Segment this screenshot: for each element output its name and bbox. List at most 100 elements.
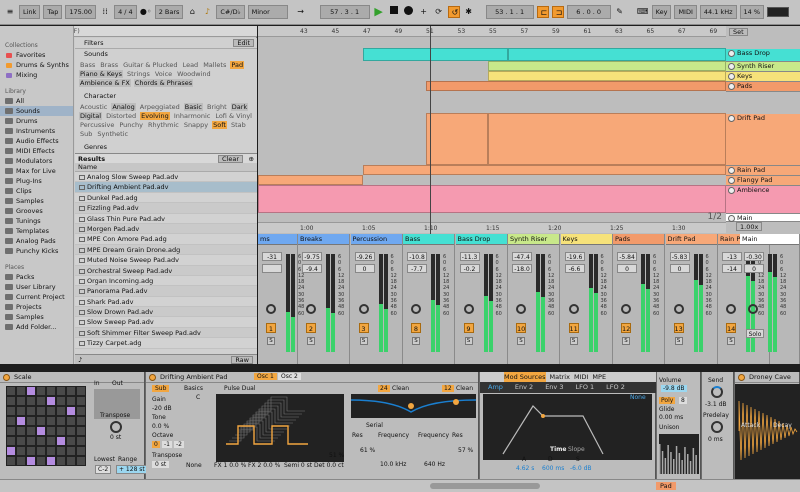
pan-knob[interactable] xyxy=(266,304,276,314)
filter2-clean[interactable]: Clean xyxy=(456,385,473,392)
poly-value[interactable]: 8 xyxy=(679,397,687,404)
track-header[interactable]: Synth Riser xyxy=(726,62,800,72)
pan-knob[interactable] xyxy=(748,304,758,314)
mod-tab[interactable]: MIDI xyxy=(574,372,588,382)
stop-icon[interactable] xyxy=(388,6,400,18)
scale-cell[interactable] xyxy=(17,387,25,395)
channel-title[interactable]: Bass xyxy=(403,234,454,245)
pan-knob[interactable] xyxy=(726,304,736,314)
scale-cell[interactable] xyxy=(37,407,45,415)
scale-cell[interactable] xyxy=(77,427,85,435)
filter-tag[interactable]: Bright xyxy=(206,103,228,111)
scale-cell[interactable] xyxy=(27,437,35,445)
pan-knob[interactable] xyxy=(621,304,631,314)
result-item[interactable]: MPE Dream Grain Drone.adg xyxy=(75,244,257,256)
filter-tag[interactable]: Arpeggiated xyxy=(139,103,181,111)
loop-toggle-icon[interactable]: ↺ xyxy=(447,6,460,18)
track-activator[interactable]: 10 xyxy=(516,323,526,333)
track-header[interactable]: Flangy Pad xyxy=(726,176,800,186)
scale-cell[interactable] xyxy=(27,387,35,395)
scale-cell[interactable] xyxy=(67,397,75,405)
scale-cell[interactable] xyxy=(17,417,25,425)
scale-cell[interactable] xyxy=(37,417,45,425)
filter-tag[interactable]: Evolving xyxy=(140,112,170,120)
channel-title[interactable]: Percussion xyxy=(350,234,402,245)
scale-cell[interactable] xyxy=(27,447,35,455)
pan-knob[interactable] xyxy=(568,304,579,314)
octave-minus1[interactable]: -1 xyxy=(162,441,172,448)
scale-cell[interactable] xyxy=(77,407,85,415)
result-item[interactable]: Organ Incoming.adg xyxy=(75,275,257,287)
volume-value[interactable]: -9.8 dB xyxy=(661,385,687,392)
scale-cell[interactable] xyxy=(67,437,75,445)
result-item[interactable]: Slow Drown Pad.adv xyxy=(75,307,257,318)
key-select[interactable]: C#/D♭ xyxy=(216,5,245,19)
channel-volume[interactable]: -31 xyxy=(262,252,282,261)
follow-icon[interactable]: ⌂ xyxy=(186,6,198,18)
preview-bar[interactable]: ♪ Raw xyxy=(75,354,257,364)
scale-cell[interactable] xyxy=(57,427,65,435)
scale-cell[interactable] xyxy=(47,437,55,445)
scale-cell[interactable] xyxy=(37,437,45,445)
track-activator[interactable]: 1 xyxy=(266,323,276,333)
scale-toggle-icon[interactable]: ♪ xyxy=(201,6,213,18)
filter1-clean[interactable]: Clean xyxy=(392,385,409,392)
scale-cell[interactable] xyxy=(27,457,35,465)
env-tab[interactable]: Env 2 xyxy=(515,382,533,393)
result-item[interactable]: Shark Pad.adv xyxy=(75,296,257,308)
track-activator-icon[interactable] xyxy=(728,73,735,80)
link-button[interactable]: Link xyxy=(19,5,41,19)
env-tab[interactable]: LFO 1 xyxy=(575,382,594,393)
pan-knob[interactable] xyxy=(306,304,316,314)
glide-value[interactable]: 0.00 ms xyxy=(659,414,683,421)
channel-volume[interactable]: -5.84 xyxy=(617,252,637,261)
channel-volume[interactable]: -9.26 xyxy=(354,252,375,261)
res2-value[interactable]: 57 % xyxy=(458,447,473,454)
library-item[interactable]: Max for Live xyxy=(0,166,73,176)
send-knob[interactable] xyxy=(711,386,723,398)
track-activator[interactable]: 12 xyxy=(621,323,631,333)
track-header[interactable]: Rain Pad xyxy=(726,166,800,176)
track-activator-icon[interactable] xyxy=(728,50,735,57)
result-item[interactable]: Orchestral Sweep Pad.adv xyxy=(75,265,257,276)
scale-cell[interactable] xyxy=(47,417,55,425)
scale-cell[interactable] xyxy=(7,437,15,445)
channel-title[interactable]: ms xyxy=(258,234,297,245)
filter-tag[interactable]: Bass xyxy=(79,61,96,69)
track-activator-icon[interactable] xyxy=(728,177,735,184)
library-item[interactable]: Audio Effects xyxy=(0,136,73,146)
solo-button[interactable]: S xyxy=(267,337,275,345)
arrangement-clip[interactable] xyxy=(488,71,726,81)
edit-button[interactable]: Edit xyxy=(233,39,254,47)
filter-tag[interactable]: Mallets xyxy=(202,61,227,69)
arrangement-clip[interactable] xyxy=(258,175,363,185)
track-activator-icon[interactable] xyxy=(728,215,735,222)
channel-volume[interactable]: -11.3 xyxy=(459,252,480,261)
filter-tag[interactable]: Ambience & FX xyxy=(79,79,131,87)
fx2-value[interactable]: FX 2 0.0 % xyxy=(248,462,280,469)
track-activator[interactable]: 11 xyxy=(568,323,579,333)
set-button[interactable]: Set xyxy=(729,28,748,36)
filter2-type[interactable]: 12 xyxy=(442,385,454,392)
scale-cell[interactable] xyxy=(67,407,75,415)
scale-cell[interactable] xyxy=(17,397,25,405)
solo-button[interactable]: S xyxy=(359,337,368,345)
filter-tag[interactable]: Percussive xyxy=(79,121,115,129)
sounds-heading[interactable]: Sounds xyxy=(75,49,257,60)
track-activator[interactable]: 8 xyxy=(411,323,421,333)
track-activator-icon[interactable] xyxy=(728,115,735,122)
result-item[interactable]: MPE Con Amore Pad.adg xyxy=(75,234,257,245)
places-item[interactable]: Current Project xyxy=(0,292,73,302)
library-item[interactable]: Sounds xyxy=(0,106,73,116)
scale-cell[interactable] xyxy=(7,457,15,465)
env-d-value[interactable]: 600 ms xyxy=(542,465,564,472)
tone-value[interactable]: 0.0 % xyxy=(152,423,169,430)
scale-cell[interactable] xyxy=(7,427,15,435)
scale-cell[interactable] xyxy=(57,457,65,465)
lowest-value[interactable]: C-2 xyxy=(95,465,112,474)
punch-out-icon[interactable]: ⊐ xyxy=(551,6,564,18)
poly-button[interactable]: Poly xyxy=(659,397,676,404)
filter-tag[interactable]: Sub xyxy=(79,130,93,138)
predelay-value[interactable]: 0 ms xyxy=(708,436,723,443)
osc2-tab[interactable]: Osc 2 xyxy=(278,373,301,380)
